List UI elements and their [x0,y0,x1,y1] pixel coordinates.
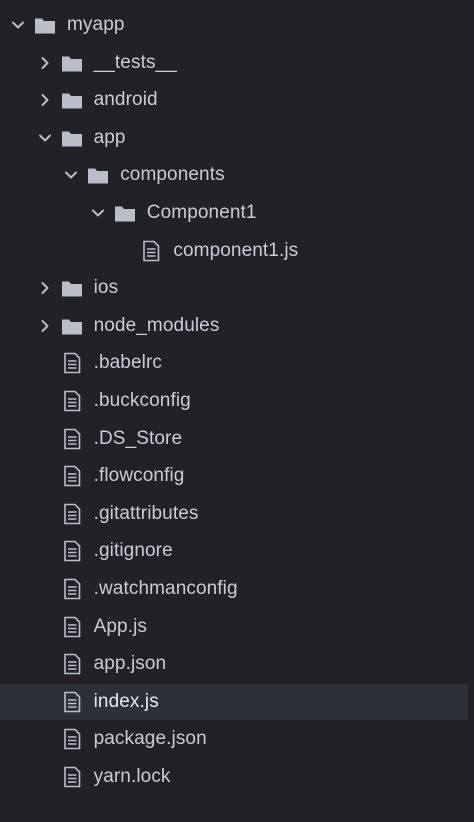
tree-item-label: .gitattributes [93,502,199,524]
tree-file-row[interactable]: package.json [0,721,468,757]
chevron-right-icon[interactable] [37,55,53,71]
file-icon [61,465,83,487]
tree-folder-row[interactable]: ios [0,270,468,306]
file-icon [61,691,83,713]
scrollbar-track[interactable] [468,0,474,822]
tree-item-label: .watchmanconfig [93,578,238,599]
tree-file-row[interactable]: .watchmanconfig [0,571,468,607]
tree-item-label: android [93,89,158,111]
file-icon [140,240,162,262]
tree-file-row[interactable]: index.js [0,683,468,720]
tree-folder-row[interactable]: node_modules [0,308,468,344]
tree-item-label: index.js [93,690,159,712]
file-icon [61,578,83,600]
tree-item-label: package.json [93,728,207,750]
file-icon [61,766,83,788]
file-icon [61,428,83,450]
chevron-right-icon[interactable] [37,92,53,108]
tree-item-label: components [120,164,225,186]
chevron-down-icon[interactable] [63,167,79,183]
folder-icon [34,14,56,36]
file-icon [61,616,83,638]
tree-item-label: myapp [67,14,125,35]
folder-icon [61,52,83,74]
tree-folder-row[interactable]: Component1 [0,195,468,231]
tree-item-label: .buckconfig [93,390,191,411]
chevron-down-icon[interactable] [37,130,53,146]
tree-item-label: yarn.lock [93,766,171,787]
file-icon [61,503,83,525]
folder-icon [61,127,83,149]
file-icon [61,390,83,412]
folder-icon [114,202,136,224]
file-tree: myapp __tests__android app components Compon… [0,0,474,822]
tree-folder-row[interactable]: android [0,82,468,118]
tree-item-label: .babelrc [93,352,162,374]
file-icon [61,653,83,675]
tree-file-row[interactable]: component1.js [0,233,468,269]
tree-item-label: app [93,126,126,148]
tree-item-label: .flowconfig [93,465,185,487]
tree-item-label: Component1 [146,202,257,223]
tree-item-label: component1.js [173,239,299,261]
folder-icon [87,164,109,186]
tree-folder-row[interactable]: components [0,157,468,193]
chevron-right-icon[interactable] [37,280,53,296]
tree-item-label: .DS_Store [93,427,183,449]
tree-item-label: App.js [93,615,148,637]
folder-icon [61,89,83,111]
tree-folder-row[interactable]: myapp [0,7,468,43]
tree-item-label: .gitignore [93,540,173,562]
folder-icon [61,315,83,337]
tree-file-row[interactable]: .flowconfig [0,458,468,494]
folder-icon [61,277,83,299]
tree-item-label: node_modules [93,314,220,336]
tree-file-row[interactable]: .babelrc [0,345,468,381]
chevron-down-icon[interactable] [10,17,26,33]
file-icon [61,728,83,750]
chevron-down-icon[interactable] [90,205,106,221]
tree-item-label: ios [93,277,119,299]
tree-file-row[interactable]: .gitignore [0,533,468,569]
tree-folder-row[interactable]: app [0,120,468,156]
tree-file-row[interactable]: app.json [0,646,468,682]
file-icon [61,540,83,562]
file-icon [61,352,83,374]
tree-file-row[interactable]: yarn.lock [0,759,468,795]
tree-file-row[interactable]: .gitattributes [0,496,468,532]
tree-file-row[interactable]: .DS_Store [0,421,468,457]
tree-item-label: __tests__ [93,51,177,73]
tree-file-row[interactable]: .buckconfig [0,383,468,419]
tree-file-row[interactable]: App.js [0,609,468,645]
chevron-right-icon[interactable] [37,318,53,334]
tree-item-label: app.json [93,653,167,675]
tree-folder-row[interactable]: __tests__ [0,45,468,81]
